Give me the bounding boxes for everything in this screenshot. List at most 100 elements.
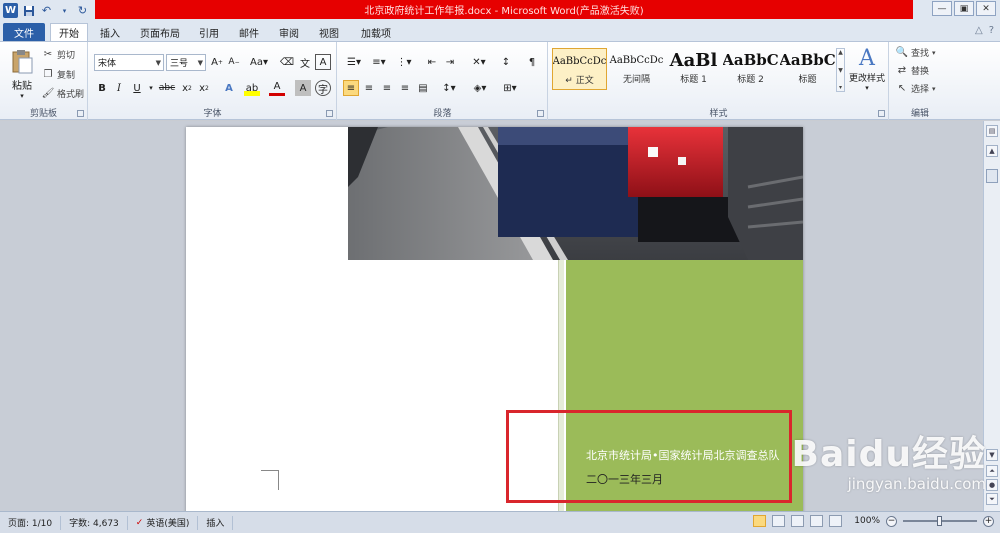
more-icon[interactable]: ▾ — [839, 84, 842, 91]
styles-scroll[interactable]: ▲ ▼ ▾ — [836, 48, 845, 92]
word-logo-icon[interactable]: W — [3, 3, 18, 18]
insert-mode[interactable]: 插入 — [198, 515, 234, 530]
zoom-slider-thumb[interactable] — [937, 516, 942, 526]
ribbon-collapse-icon[interactable]: △ — [975, 25, 983, 36]
scroll-up-icon[interactable]: ▲ — [986, 145, 998, 157]
chinese-layout-icon[interactable]: ✕▾ — [468, 54, 490, 70]
align-left-icon[interactable]: ≡ — [343, 80, 359, 96]
language-indicator[interactable]: ✓ 英语(美国) — [128, 515, 199, 530]
align-center-icon[interactable]: ≡ — [361, 80, 377, 96]
text-effects-icon[interactable]: A — [221, 80, 237, 96]
cursor-icon: ↖ — [897, 83, 907, 94]
find-button[interactable]: 🔍 查找 ▾ — [896, 46, 936, 59]
subscript-icon[interactable]: x2 — [179, 80, 195, 96]
bullets-icon[interactable]: ☰▾ — [343, 54, 365, 70]
grow-font-icon[interactable]: A + — [209, 54, 225, 70]
zoom-in-icon[interactable]: + — [983, 515, 994, 527]
change-styles-button[interactable]: A 更改样式 ▾ — [847, 46, 887, 92]
chevron-down-icon[interactable]: ▼ — [838, 67, 843, 74]
style-heading-2[interactable]: AaBbC 标题 2 — [723, 48, 778, 90]
italic-icon[interactable]: I — [111, 80, 127, 96]
character-border-icon[interactable]: A — [315, 54, 331, 70]
tab-home[interactable]: 开始 — [50, 23, 88, 41]
show-marks-icon[interactable]: ¶ — [524, 54, 540, 70]
redo-icon[interactable]: ↻ — [75, 3, 90, 18]
close-button[interactable]: ✕ — [976, 1, 996, 16]
line-spacing-icon[interactable]: ↕▾ — [438, 80, 460, 96]
ruler-toggle-icon[interactable]: ▤ — [986, 125, 998, 137]
minimize-button[interactable]: — — [932, 1, 952, 16]
web-layout-icon[interactable] — [791, 515, 805, 527]
scroll-thumb[interactable] — [986, 169, 998, 183]
font-size-dropdown[interactable]: 三号 ▼ — [166, 54, 206, 71]
phonetic-guide-icon[interactable]: 文 — [297, 54, 313, 70]
sort-icon[interactable]: ↕ — [498, 54, 514, 70]
paragraph-launcher[interactable] — [537, 110, 544, 117]
decrease-indent-icon[interactable]: ⇤ — [424, 54, 440, 70]
tab-page-layout[interactable]: 页面布局 — [134, 23, 186, 41]
align-right-icon[interactable]: ≡ — [379, 80, 395, 96]
undo-icon[interactable]: ↶ — [39, 3, 54, 18]
copy-button[interactable]: ❐ 复制 — [42, 68, 76, 81]
replace-button[interactable]: ⇄ 替换 — [896, 64, 929, 77]
style-heading-1[interactable]: AaBl 标题 1 — [666, 48, 721, 90]
draft-view-icon[interactable] — [829, 515, 843, 527]
full-screen-reading-icon[interactable] — [772, 515, 786, 527]
style-title[interactable]: AaBbC 标题 — [780, 48, 835, 90]
zoom-slider[interactable] — [903, 516, 977, 526]
underline-dropdown-icon[interactable]: ▾ — [143, 80, 159, 96]
shrink-font-icon[interactable]: A − — [226, 54, 242, 70]
clipboard-launcher[interactable] — [77, 110, 84, 117]
numbering-icon[interactable]: ≡▾ — [368, 54, 390, 70]
select-button[interactable]: ↖ 选择 ▾ — [896, 82, 936, 95]
zoom-out-icon[interactable]: − — [886, 515, 897, 527]
document-page[interactable]: 北京市统计局•国家统计局北京调查总队 二〇一三年三月 — [186, 127, 803, 511]
cut-button[interactable]: ✂ 剪切 — [42, 48, 75, 61]
tab-references[interactable]: 引用 — [192, 23, 226, 41]
restore-button[interactable]: ▣ — [954, 1, 974, 16]
dropdown-arrow-icon[interactable]: ▾ — [57, 3, 72, 18]
help-icon[interactable]: ? — [989, 25, 994, 36]
shading-icon[interactable]: ◈▾ — [468, 80, 492, 96]
justify-icon[interactable]: ≡ — [397, 80, 413, 96]
distributed-icon[interactable]: ▤ — [415, 80, 431, 96]
tab-view[interactable]: 视图 — [312, 23, 346, 41]
save-icon[interactable] — [21, 3, 36, 18]
format-painter-button[interactable]: 🖌 格式刷 — [42, 87, 84, 100]
borders-icon[interactable]: ⊞▾ — [498, 80, 522, 96]
browse-object-icon[interactable]: ● — [986, 479, 998, 491]
multilevel-list-icon[interactable]: ⋮▾ — [393, 54, 415, 70]
superscript-icon[interactable]: x2 — [196, 80, 212, 96]
font-launcher[interactable] — [326, 110, 333, 117]
print-layout-view-icon[interactable] — [753, 515, 767, 527]
clipboard-label: 剪贴板 — [29, 109, 57, 119]
tab-review[interactable]: 审阅 — [272, 23, 306, 41]
chevron-up-icon[interactable]: ▲ — [838, 49, 843, 56]
next-page-icon[interactable]: ⏷ — [986, 493, 998, 505]
tab-addins[interactable]: 加载项 — [354, 23, 398, 41]
paste-button[interactable]: 粘贴 ▾ — [8, 48, 36, 100]
page-count[interactable]: 页面: 1/10 — [0, 515, 62, 530]
bold-icon[interactable]: B — [94, 80, 110, 96]
style-normal[interactable]: AaBbCcDc ↵ 正文 — [552, 48, 607, 90]
font-color-icon[interactable]: A — [269, 80, 285, 96]
change-case-icon[interactable]: Aa▾ — [247, 54, 271, 70]
clear-format-icon[interactable]: ⌫ — [279, 54, 295, 70]
train-platform-photo[interactable] — [348, 127, 803, 260]
tab-file[interactable]: 文件 — [3, 23, 45, 41]
outline-view-icon[interactable] — [810, 515, 824, 527]
strikethrough-icon[interactable]: abc — [159, 80, 175, 96]
styles-launcher[interactable] — [878, 110, 885, 117]
word-count[interactable]: 字数: 4,673 — [61, 515, 128, 530]
highlight-icon[interactable]: ab — [244, 80, 260, 96]
zoom-level[interactable]: 100% — [854, 516, 880, 526]
increase-indent-icon[interactable]: ⇥ — [442, 54, 458, 70]
tab-insert[interactable]: 插入 — [92, 23, 128, 41]
font-name-dropdown[interactable]: 宋体 ▼ — [94, 54, 164, 71]
character-shading-icon[interactable]: A — [295, 80, 311, 96]
previous-page-icon[interactable]: ⏶ — [986, 465, 998, 477]
enclose-character-icon[interactable]: 字 — [315, 80, 331, 96]
scroll-down-icon[interactable]: ▼ — [986, 449, 998, 461]
tab-mailings[interactable]: 邮件 — [232, 23, 266, 41]
style-no-spacing[interactable]: AaBbCcDc 无间隔 — [609, 48, 664, 90]
